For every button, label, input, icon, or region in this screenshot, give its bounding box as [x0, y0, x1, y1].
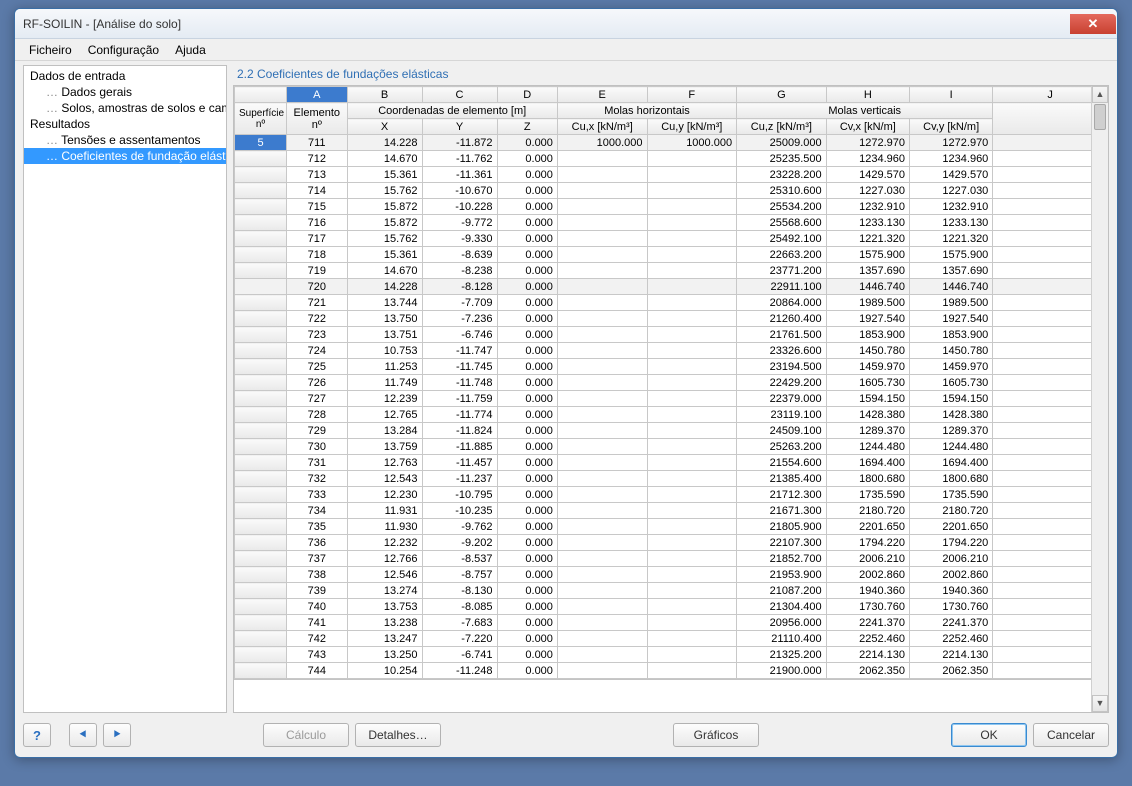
tree-item-tensoes[interactable]: … Tensões e assentamentos [24, 132, 226, 148]
table-row[interactable]: 72113.744-7.7090.00020864.0001989.500198… [235, 295, 1108, 311]
table-row[interactable]: 73212.543-11.2370.00021385.4001800.68018… [235, 471, 1108, 487]
col-letter-c[interactable]: C [422, 87, 497, 103]
tree-group-results[interactable]: Resultados [24, 116, 226, 132]
col-letter-b[interactable]: B [347, 87, 422, 103]
content-panel: 2.2 Coeficientes de fundações elásticas … [233, 65, 1109, 713]
table-row[interactable]: 73812.546-8.7570.00021953.9002002.860200… [235, 567, 1108, 583]
close-icon[interactable]: ✕ [1070, 14, 1116, 34]
table-row[interactable]: 74313.250-6.7410.00021325.2002214.130221… [235, 647, 1108, 663]
col-z: Z [497, 119, 557, 135]
table-row[interactable]: 73913.274-8.1300.00021087.2001940.360194… [235, 583, 1108, 599]
table-row[interactable]: 72511.253-11.7450.00023194.5001459.97014… [235, 359, 1108, 375]
col-letter-g[interactable]: G [737, 87, 827, 103]
body-area: Dados de entrada … Dados gerais … Solos,… [15, 61, 1117, 713]
table-row[interactable]: 73612.232-9.2020.00022107.3001794.220179… [235, 535, 1108, 551]
col-letter-d[interactable]: D [497, 87, 557, 103]
header-letters-row: A B C D E F G H I J [235, 87, 1108, 103]
table-row[interactable]: 71715.762-9.3300.00025492.1001221.320122… [235, 231, 1108, 247]
section-title: 2.2 Coeficientes de fundações elásticas [233, 65, 1109, 85]
table-row[interactable]: 71615.872-9.7720.00025568.6001233.130123… [235, 215, 1108, 231]
tree-group-input[interactable]: Dados de entrada [24, 68, 226, 84]
table-row[interactable]: 72014.228-8.1280.00022911.1001446.740144… [235, 279, 1108, 295]
col-cvx: Cv,x [kN/m] [826, 119, 909, 135]
tree-item-coeficientes[interactable]: … Coeficientes de fundação elástica [24, 148, 226, 164]
col-letter-f[interactable]: F [647, 87, 737, 103]
detail-subgrid [234, 679, 1108, 701]
table-row[interactable]: 72313.751-6.7460.00021761.5001853.900185… [235, 327, 1108, 343]
col-letter-a[interactable]: A [287, 87, 347, 103]
cancel-button[interactable]: Cancelar [1033, 723, 1109, 747]
app-window: RF-SOILIN - [Análise do solo] ✕ Ficheiro… [14, 8, 1118, 758]
table-row[interactable]: 571114.228-11.8720.0001000.0001000.00025… [235, 135, 1108, 151]
col-surf-label: Superfícienº [235, 103, 287, 135]
calc-button[interactable]: Cálculo [263, 723, 349, 747]
ok-button[interactable]: OK [951, 723, 1027, 747]
vertical-scrollbar[interactable]: ▲ ▼ [1091, 86, 1108, 712]
table-row[interactable]: 74013.753-8.0850.00021304.4001730.760173… [235, 599, 1108, 615]
table-row[interactable]: 71815.361-8.6390.00022663.2001575.900157… [235, 247, 1108, 263]
arrow-left-icon: ⯇ [78, 727, 88, 743]
table-row[interactable]: 71515.872-10.2280.00025534.2001232.91012… [235, 199, 1108, 215]
col-letter-e[interactable]: E [557, 87, 647, 103]
arrow-right-icon: ⯈ [112, 727, 122, 743]
menu-ajuda[interactable]: Ajuda [167, 41, 214, 59]
help-button[interactable]: ? [23, 723, 51, 747]
col-letter-h[interactable]: H [826, 87, 909, 103]
col-cvy: Cv,y [kN/m] [909, 119, 992, 135]
help-icon: ? [33, 728, 41, 743]
table-row[interactable]: 72611.749-11.7480.00022429.2001605.73016… [235, 375, 1108, 391]
table-row[interactable]: 73511.930-9.7620.00021805.9002201.650220… [235, 519, 1108, 535]
table-row[interactable]: 74410.254-11.2480.00021900.0002062.35020… [235, 663, 1108, 679]
button-row: ? ⯇ ⯈ Cálculo Detalhes… Gráficos OK Canc… [15, 713, 1117, 757]
col-cuz: Cu,z [kN/m³] [737, 119, 827, 135]
col-letter-i[interactable]: I [909, 87, 992, 103]
group-molas-h: Molas horizontais [557, 103, 736, 119]
table-row[interactable]: 72213.750-7.2360.00021260.4001927.540192… [235, 311, 1108, 327]
col-elem-label: Elementonº [287, 103, 347, 135]
table-row[interactable]: 72812.765-11.7740.00023119.1001428.38014… [235, 407, 1108, 423]
table-row[interactable]: 71415.762-10.6700.00025310.6001227.03012… [235, 183, 1108, 199]
table-row[interactable]: 74113.238-7.6830.00020956.0002241.370224… [235, 615, 1108, 631]
menu-configuracao[interactable]: Configuração [80, 41, 167, 59]
table-row[interactable]: 73013.759-11.8850.00025263.2001244.48012… [235, 439, 1108, 455]
prev-button[interactable]: ⯇ [69, 723, 97, 747]
tree-item-dados-gerais[interactable]: … Dados gerais [24, 84, 226, 100]
table-row[interactable]: 73312.230-10.7950.00021712.3001735.59017… [235, 487, 1108, 503]
table-row[interactable]: 73712.766-8.5370.00021852.7002006.210200… [235, 551, 1108, 567]
menu-ficheiro[interactable]: Ficheiro [21, 41, 80, 59]
table-row[interactable]: 73411.931-10.2350.00021671.3002180.72021… [235, 503, 1108, 519]
col-x: X [347, 119, 422, 135]
header-group-row: Superfícienº Elementonº Coordenadas de e… [235, 103, 1108, 119]
table-row[interactable]: 74213.247-7.2200.00021110.4002252.460225… [235, 631, 1108, 647]
group-coords: Coordenadas de elemento [m] [347, 103, 557, 119]
menubar: Ficheiro Configuração Ajuda [15, 39, 1117, 61]
corner-header [235, 87, 287, 103]
group-molas-v: Molas verticais [737, 103, 993, 119]
graphics-button[interactable]: Gráficos [673, 723, 759, 747]
table-row[interactable]: 72913.284-11.8240.00024509.1001289.37012… [235, 423, 1108, 439]
table-row[interactable]: 72410.753-11.7470.00023326.6001450.78014… [235, 343, 1108, 359]
nav-tree[interactable]: Dados de entrada … Dados gerais … Solos,… [23, 65, 227, 713]
details-button[interactable]: Detalhes… [355, 723, 441, 747]
col-cuy: Cu,y [kN/m³] [647, 119, 737, 135]
scroll-down-icon[interactable]: ▼ [1092, 695, 1108, 712]
col-cux: Cu,x [kN/m³] [557, 119, 647, 135]
table-row[interactable]: 72712.239-11.7590.00022379.0001594.15015… [235, 391, 1108, 407]
tree-item-solos[interactable]: … Solos, amostras de solos e camadas [24, 100, 226, 116]
results-grid[interactable]: A B C D E F G H I J Superfícienº [233, 85, 1109, 713]
header-units-row: X Y Z Cu,x [kN/m³] Cu,y [kN/m³] Cu,z [kN… [235, 119, 1108, 135]
table-row[interactable]: 73112.763-11.4570.00021554.6001694.40016… [235, 455, 1108, 471]
grid-table[interactable]: A B C D E F G H I J Superfícienº [234, 86, 1108, 679]
scroll-thumb[interactable] [1094, 104, 1106, 130]
col-y: Y [422, 119, 497, 135]
titlebar-buttons: ✕ [1069, 14, 1117, 34]
table-row[interactable]: 71914.670-8.2380.00023771.2001357.690135… [235, 263, 1108, 279]
titlebar: RF-SOILIN - [Análise do solo] ✕ [15, 9, 1117, 39]
table-row[interactable]: 71315.361-11.3610.00023228.2001429.57014… [235, 167, 1108, 183]
table-row[interactable]: 71214.670-11.7620.00025235.5001234.96012… [235, 151, 1108, 167]
next-button[interactable]: ⯈ [103, 723, 131, 747]
scroll-up-icon[interactable]: ▲ [1092, 86, 1108, 103]
window-title: RF-SOILIN - [Análise do solo] [23, 17, 181, 31]
